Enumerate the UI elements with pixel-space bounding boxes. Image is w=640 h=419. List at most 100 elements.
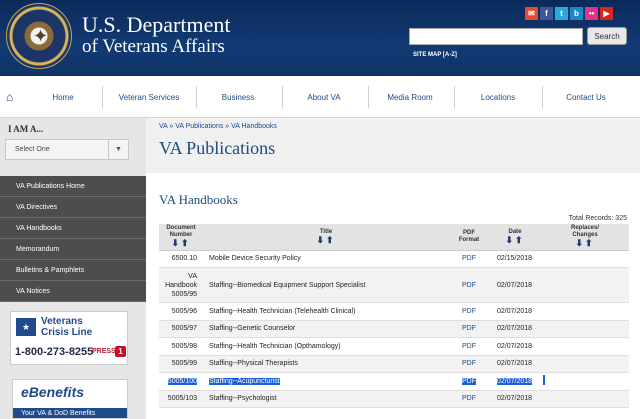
sidebar-item-bulletins[interactable]: Bulletins & Pamphlets — [0, 260, 146, 281]
email-icon[interactable]: ✉ — [525, 7, 538, 20]
nav-locations[interactable]: Locations — [460, 76, 536, 118]
table-row[interactable]: 6500.10 Mobile Device Security Policy PDF 0… — [159, 250, 629, 268]
cell-title: Staffing--Acupuncturist — [203, 372, 449, 391]
table-row[interactable]: VA Handbook 5005/95 Staffing--Biomedical Eq… — [159, 267, 629, 303]
home-icon[interactable]: ⌂ — [6, 91, 20, 103]
col-title[interactable]: Title ⬇⬆ — [203, 224, 449, 251]
col-replaces-line1: Replaces/ — [570, 225, 600, 232]
nav-veteran-services[interactable]: Veteran Services — [108, 76, 190, 118]
cell-replaces — [541, 250, 629, 268]
handbooks-table: Document Number ⬇⬆ Title ⬇⬆ PDF Format D… — [159, 224, 629, 408]
document-date: 02/07/2018 — [497, 377, 533, 385]
col-replaces-changes[interactable]: Replaces/ Changes ⬇⬆ — [541, 224, 629, 251]
nav-divider — [282, 86, 283, 108]
nav-divider — [454, 86, 455, 108]
veterans-crisis-line-banner[interactable]: ★ Veterans Crisis Line 1-800-273-8255 PR… — [10, 311, 128, 365]
cell-title: Staffing--Psychologist — [203, 390, 449, 408]
document-number-text: 5005/99 — [171, 360, 197, 368]
search-button[interactable]: Search — [587, 27, 627, 45]
document-title: Staffing--Physical Therapists — [209, 360, 298, 368]
nav-contact-us[interactable]: Contact Us — [548, 76, 624, 118]
document-date: 02/07/2018 — [497, 281, 533, 289]
cell-document-number: 5005/98 — [159, 337, 203, 356]
facebook-icon[interactable]: f — [540, 7, 553, 20]
sort-arrows-icon[interactable]: ⬇⬆ — [541, 239, 629, 248]
pdf-link[interactable]: PDF — [462, 343, 476, 350]
cell-document-number: VA Handbook 5005/95 — [159, 267, 203, 303]
cell-date: 02/07/2018 — [489, 372, 541, 391]
col-date-label: Date — [508, 228, 522, 235]
sort-arrows-icon[interactable]: ⬇⬆ — [159, 239, 203, 248]
document-number-text: 5005/98 — [171, 342, 197, 350]
document-title: Staffing--Psychologist — [209, 395, 277, 403]
col-document-number[interactable]: Document Number ⬇⬆ — [159, 224, 203, 251]
cell-document-number: 5005/97 — [159, 320, 203, 338]
document-number-text: VA — [188, 272, 197, 280]
nav-media-room[interactable]: Media Room — [374, 76, 446, 118]
twitter-icon[interactable]: t — [555, 7, 568, 20]
col-title-label: Title — [319, 228, 333, 235]
document-number-text: 5005/97 — [171, 325, 197, 333]
pdf-link[interactable]: PDF — [462, 360, 476, 367]
search-input[interactable] — [409, 28, 583, 45]
department-name[interactable]: U.S. Department of Veterans Affairs — [82, 14, 230, 58]
table-row[interactable]: 5005/103 Staffing--Psychologist PDF 02/07/2… — [159, 390, 629, 408]
nav-home[interactable]: Home — [38, 76, 88, 118]
table-row[interactable]: 5005/100 Staffing--Acupuncturist PDF 02/07/… — [159, 372, 629, 391]
table-row[interactable]: 5005/98 Staffing--Health Technician (Opth… — [159, 337, 629, 356]
i-am-a-select[interactable]: Select One ▼ — [5, 139, 129, 160]
pdf-link[interactable]: PDF — [462, 282, 476, 289]
sidebar-item-notices[interactable]: VA Notices — [0, 281, 146, 302]
table-row[interactable]: 5005/99 Staffing--Physical Therapists PDF 0… — [159, 355, 629, 373]
flickr-icon[interactable]: •• — [585, 7, 598, 20]
document-title: Staffing--Biomedical Equipment Support S… — [209, 281, 366, 289]
chevron-down-icon[interactable]: ▼ — [108, 140, 128, 159]
cell-document-number: 6500.10 — [159, 250, 203, 268]
table-row[interactable]: 5005/97 Staffing--Genetic Counselor PDF 02/… — [159, 320, 629, 338]
cell-format: PDF — [449, 267, 489, 303]
cell-document-number: 5005/99 — [159, 355, 203, 373]
document-title: Mobile Device Security Policy — [209, 255, 301, 263]
va-seal-logo[interactable]: ✦ — [6, 3, 72, 69]
cell-date: 02/07/2018 — [489, 302, 541, 321]
cell-title: Staffing--Genetic Counselor — [203, 320, 449, 338]
pdf-link[interactable]: PDF — [462, 308, 476, 315]
table-row[interactable]: 5005/96 Staffing--Health Technician (Tele… — [159, 302, 629, 321]
select-value: Select One — [15, 146, 50, 153]
nav-about-va[interactable]: About VA — [288, 76, 360, 118]
document-date: 02/07/2018 — [497, 307, 533, 315]
cell-date: 02/07/2018 — [489, 355, 541, 373]
pdf-link[interactable]: PDF — [462, 395, 476, 402]
sitemap-link[interactable]: SITE MAP [A-Z] — [413, 52, 457, 58]
crisis-press: PRESS — [92, 348, 116, 355]
ebenefits-banner[interactable]: eBenefits Your VA & DoD Benefits — [12, 379, 128, 419]
cell-format: PDF — [449, 320, 489, 338]
text-cursor — [543, 375, 545, 386]
sort-arrows-icon[interactable]: ⬇⬆ — [489, 235, 541, 245]
crisis-line-title1: Veterans — [41, 316, 83, 327]
sidebar-item-publications-home[interactable]: VA Publications Home — [0, 176, 146, 197]
site-header: ✦ U.S. Department of Veterans Affairs ✉ f… — [0, 0, 640, 76]
document-number-text: 5005/95 — [171, 290, 197, 298]
breadcrumb[interactable]: VA » VA Publications » VA Handbooks — [159, 123, 277, 130]
sidebar-item-memorandum[interactable]: Memorandum — [0, 239, 146, 260]
main-nav: ⌂ Home Veteran Services Business About V… — [0, 76, 640, 118]
cell-document-number: 5005/103 — [159, 390, 203, 408]
document-date: 02/07/2018 — [497, 395, 533, 403]
nav-business[interactable]: Business — [202, 76, 274, 118]
col-format-line2: Format — [458, 236, 480, 243]
sidebar-item-handbooks[interactable]: VA Handbooks — [0, 218, 146, 239]
crisis-line-title2: Crisis Line — [41, 327, 93, 338]
pdf-link[interactable]: PDF — [462, 377, 476, 385]
cell-replaces — [541, 390, 629, 408]
pdf-link[interactable]: PDF — [462, 325, 476, 332]
document-title: Staffing--Genetic Counselor — [209, 325, 296, 333]
cell-replaces — [541, 355, 629, 373]
youtube-icon[interactable]: ▶ — [600, 7, 613, 20]
sort-arrows-icon[interactable]: ⬇⬆ — [203, 235, 449, 245]
pdf-link[interactable]: PDF — [462, 255, 476, 262]
sidebar-item-directives[interactable]: VA Directives — [0, 197, 146, 218]
blog-icon[interactable]: b — [570, 7, 583, 20]
table-header-row: Document Number ⬇⬆ Title ⬇⬆ PDF Format D… — [159, 224, 629, 251]
col-date[interactable]: Date ⬇⬆ — [489, 224, 541, 251]
